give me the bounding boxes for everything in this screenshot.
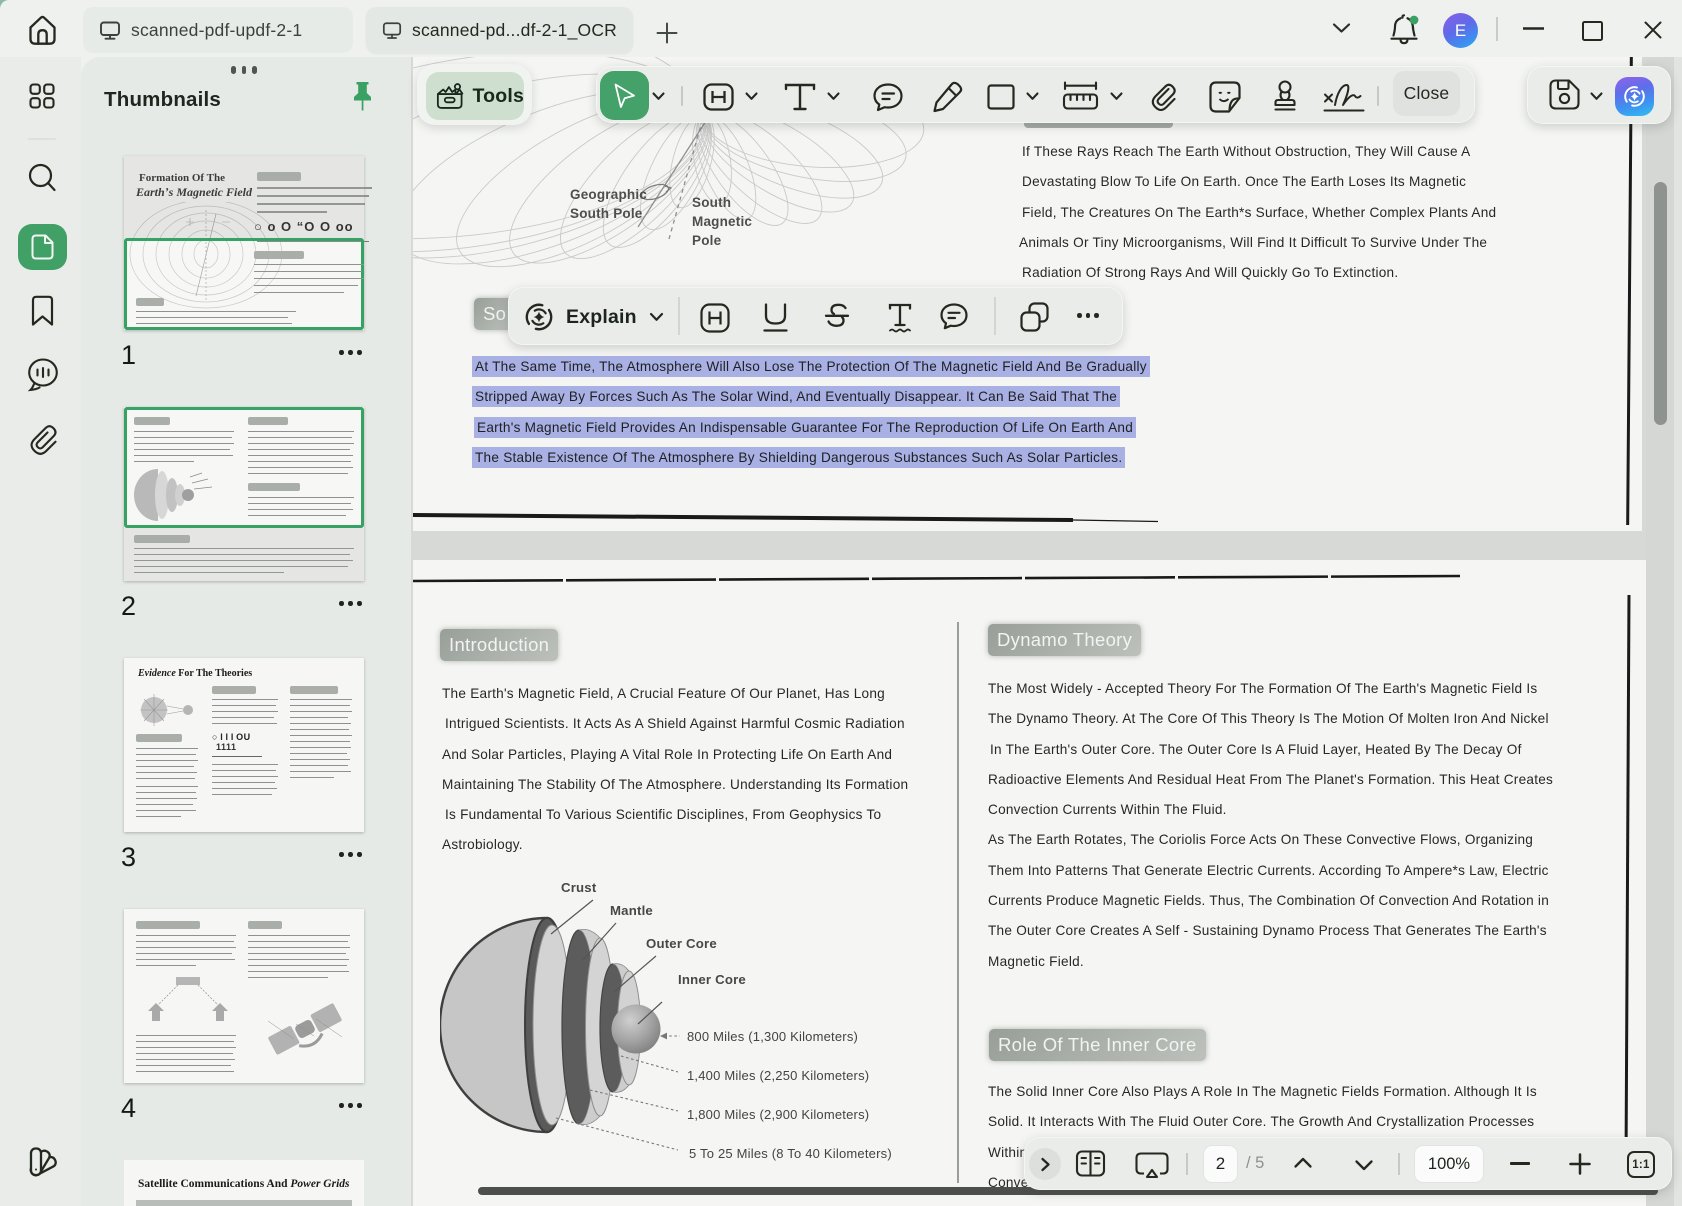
svg-text:Mantle: Mantle xyxy=(610,903,653,918)
svg-text:800 Miles (1,300 Kilometers): 800 Miles (1,300 Kilometers) xyxy=(687,1029,858,1044)
svg-text:5 To 25 Miles (8 To 40 Kilomet: 5 To 25 Miles (8 To 40 Kilometers) xyxy=(689,1146,892,1161)
svg-text:1,400 Miles (2,250 Kilometers): 1,400 Miles (2,250 Kilometers) xyxy=(687,1068,869,1083)
svg-text:1,800 Miles (2,900 Kilometers): 1,800 Miles (2,900 Kilometers) xyxy=(687,1107,869,1122)
svg-text:Inner Core: Inner Core xyxy=(678,972,746,987)
svg-text:Crust: Crust xyxy=(561,880,597,895)
svg-text:Outer Core: Outer Core xyxy=(646,936,717,951)
